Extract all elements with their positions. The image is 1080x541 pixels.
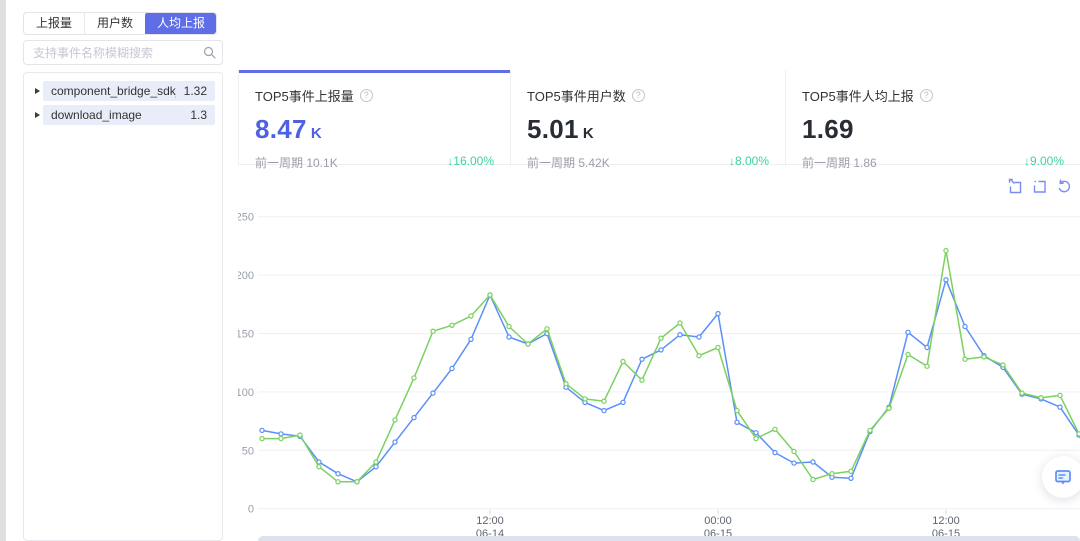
event-name: component_bridge_sdk_mo⋯ <box>51 84 176 98</box>
expand-arrow-icon[interactable] <box>31 112 43 118</box>
event-list: component_bridge_sdk_mo⋯ 1.32 download_i… <box>23 72 223 541</box>
svg-text:250: 250 <box>238 212 254 224</box>
tab-user-count[interactable]: 用户数 <box>85 13 146 34</box>
event-name: download_image <box>51 108 182 122</box>
chart-scrollbar[interactable] <box>258 536 1080 541</box>
metric-tab-group: 上报量 用户数 人均上报 <box>23 12 217 35</box>
event-search-box <box>23 40 223 65</box>
svg-text:12:00: 12:00 <box>932 515 960 527</box>
search-icon[interactable] <box>199 46 219 59</box>
chart-canvas[interactable]: 05010015020025012:0006-1400:0006-1512:00… <box>238 0 1080 541</box>
event-pill[interactable]: download_image 1.3 <box>43 105 215 125</box>
tab-per-capita-report[interactable]: 人均上报 <box>145 12 217 35</box>
svg-text:100: 100 <box>238 387 254 399</box>
list-item[interactable]: component_bridge_sdk_mo⋯ 1.32 <box>31 81 215 101</box>
svg-text:0: 0 <box>248 504 254 516</box>
svg-text:00:00: 00:00 <box>704 515 732 527</box>
expand-arrow-icon[interactable] <box>31 88 43 94</box>
event-value: 1.3 <box>190 108 207 122</box>
event-pill[interactable]: component_bridge_sdk_mo⋯ 1.32 <box>43 81 215 101</box>
feedback-chat-icon <box>1053 467 1073 487</box>
event-value: 1.32 <box>184 84 207 98</box>
svg-text:200: 200 <box>238 270 254 282</box>
left-edge-strip <box>0 0 6 541</box>
feedback-button[interactable] <box>1042 456 1080 498</box>
tab-report-volume[interactable]: 上报量 <box>24 13 85 34</box>
svg-text:150: 150 <box>238 329 254 341</box>
search-input[interactable] <box>24 46 199 60</box>
list-item[interactable]: download_image 1.3 <box>31 105 215 125</box>
svg-text:50: 50 <box>242 445 254 457</box>
svg-text:12:00: 12:00 <box>476 515 504 527</box>
